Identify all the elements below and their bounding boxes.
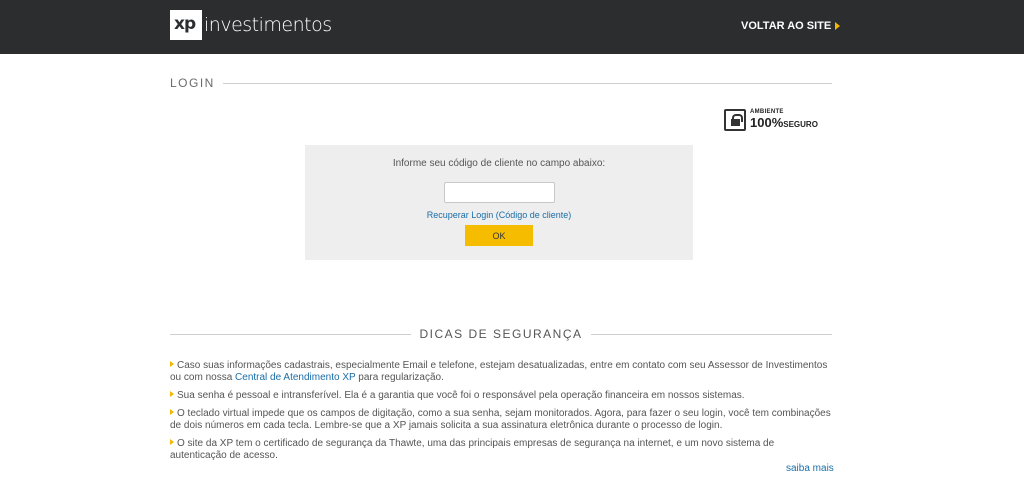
central-atendimento-link[interactable]: Central de Atendimento XP — [235, 372, 355, 383]
logo-mark: xp — [170, 10, 202, 40]
ok-button[interactable]: OK — [465, 225, 533, 246]
badge-big-text: 100%SEGURO — [750, 115, 818, 130]
arrow-right-icon — [835, 22, 841, 30]
divider-right — [590, 333, 832, 335]
tip-text: Sua senha é pessoal e intransferível. El… — [177, 390, 745, 401]
login-instruction: Informe seu código de cliente no campo a… — [392, 158, 606, 169]
login-section-header: LOGIN — [170, 75, 832, 91]
login-panel: Informe seu código de cliente no campo a… — [305, 145, 693, 260]
tips-section-title: DICAS DE SEGURANÇA — [419, 327, 583, 341]
back-to-site-label: VOLTAR AO SITE — [741, 20, 832, 32]
bullet-arrow-icon — [170, 409, 174, 415]
secure-environment-badge: AMBIENTE 100%SEGURO — [724, 109, 818, 131]
security-tips-list: Caso suas informações cadastrais, especi… — [170, 360, 832, 468]
top-bar: xp investimentos VOLTAR AO SITE — [0, 0, 1024, 54]
saiba-mais-link[interactable]: saiba mais — [786, 463, 834, 474]
badge-suffix: SEGURO — [783, 120, 818, 129]
logo-mark-text: xp — [174, 14, 196, 34]
tip-text: O site da XP tem o certificado de segura… — [170, 438, 775, 461]
client-code-input[interactable] — [444, 182, 555, 203]
bullet-arrow-icon — [170, 391, 174, 397]
back-to-site-link[interactable]: VOLTAR AO SITE — [741, 20, 841, 32]
login-section-title: LOGIN — [170, 76, 215, 90]
list-item: Sua senha é pessoal e intransferível. El… — [170, 390, 832, 402]
list-item: O teclado virtual impede que os campos d… — [170, 408, 832, 432]
lock-icon — [724, 109, 746, 131]
recover-login-link[interactable]: Recuperar Login (Código de cliente) — [305, 210, 693, 220]
list-item: O site da XP tem o certificado de segura… — [170, 438, 832, 462]
divider-left — [170, 333, 412, 335]
bullet-arrow-icon — [170, 361, 174, 367]
tips-section-header: DICAS DE SEGURANÇA — [170, 327, 832, 341]
logo-text: investimentos — [204, 14, 332, 36]
tip-text: O teclado virtual impede que os campos d… — [170, 408, 831, 431]
divider — [222, 82, 832, 84]
bullet-arrow-icon — [170, 439, 174, 445]
xp-logo[interactable]: xp investimentos — [170, 10, 332, 40]
tip-text-end: para regularização. — [355, 372, 444, 383]
list-item: Caso suas informações cadastrais, especi… — [170, 360, 832, 384]
